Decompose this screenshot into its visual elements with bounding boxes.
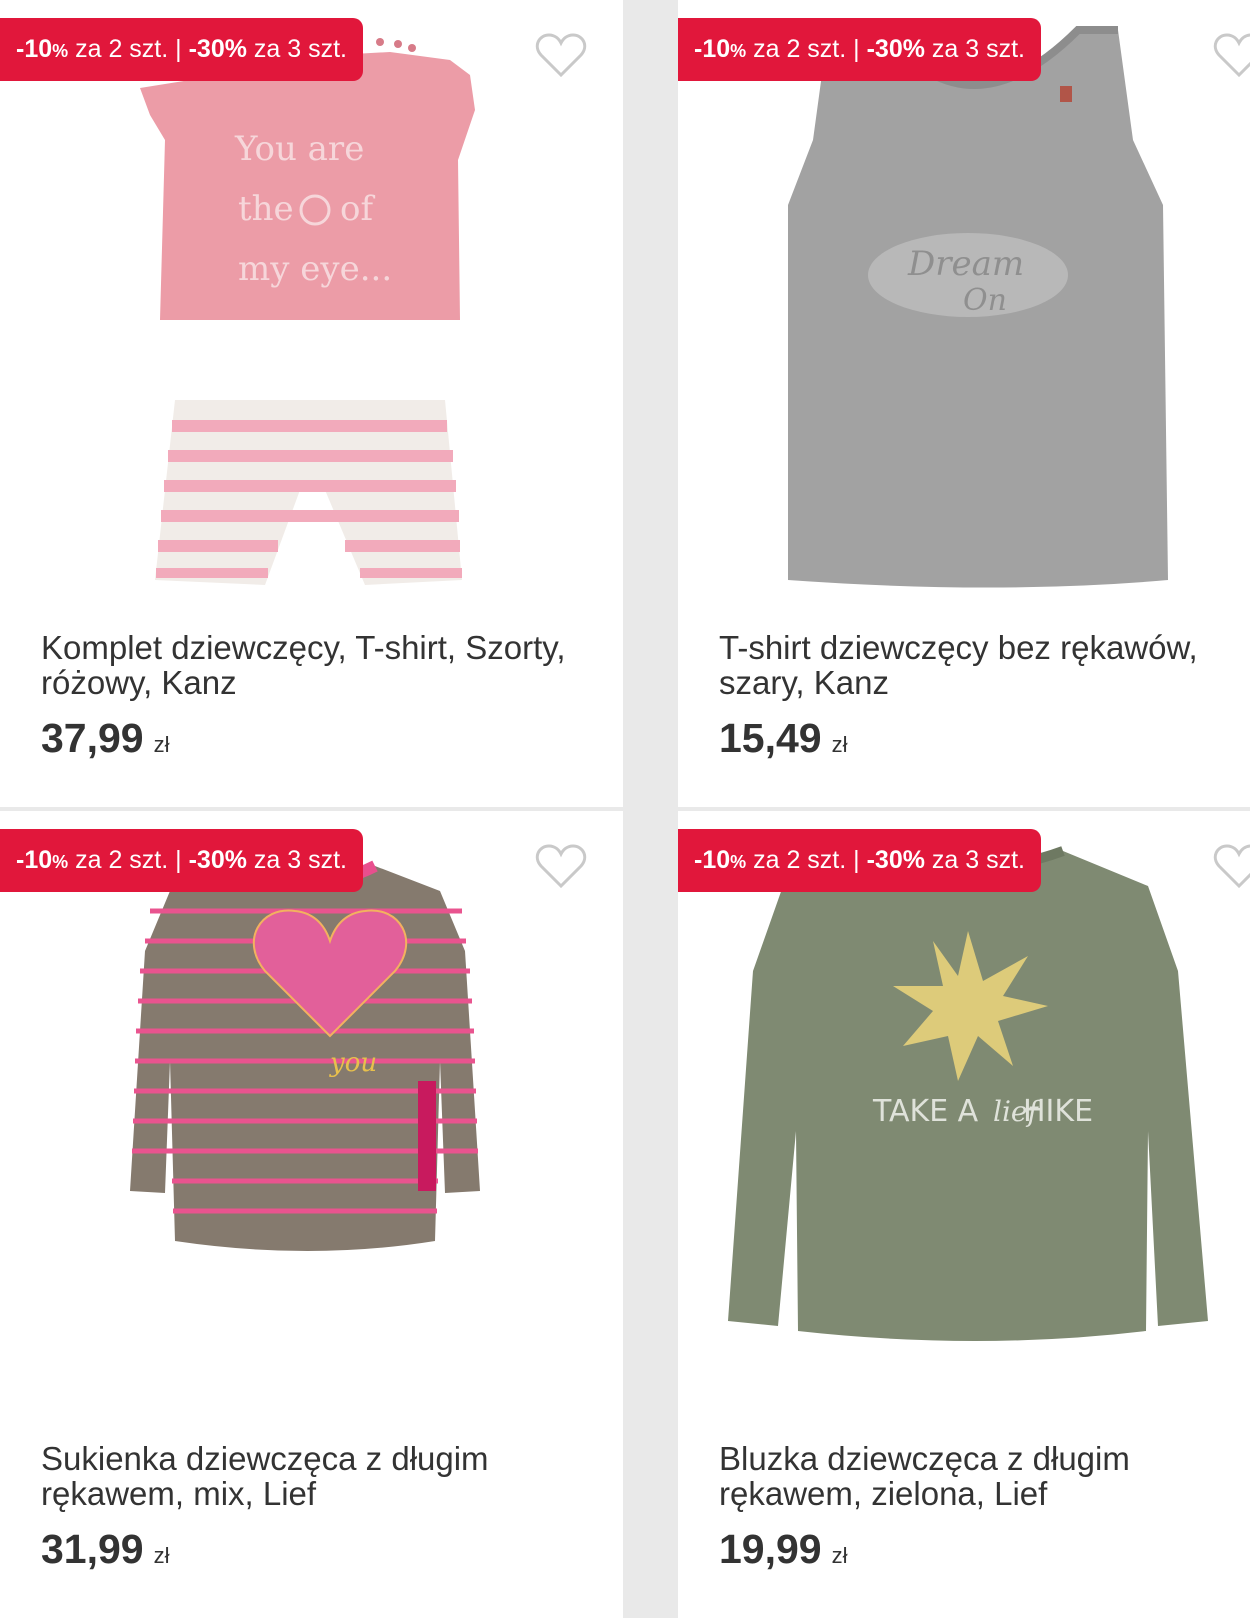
print-text: my eye... <box>238 249 392 289</box>
product-grid: -10% za 2 szt. | -30% za 3 szt. You are … <box>0 0 1250 1618</box>
product-price: 15,49 zł <box>719 715 848 762</box>
product-card[interactable]: -10% za 2 szt. | -30% za 3 szt. you Suki… <box>0 811 623 1618</box>
price-currency: zł <box>153 1543 170 1568</box>
promo-badge: -10% za 2 szt. | -30% za 3 szt. <box>0 18 364 81</box>
price-amount: 15,49 <box>719 715 822 761</box>
product-title[interactable]: Komplet dziewczęcy, T-shirt, Szorty, róż… <box>41 630 581 700</box>
favorite-heart-icon[interactable] <box>535 32 587 78</box>
product-price: 31,99 zł <box>41 1526 170 1573</box>
price-amount: 31,99 <box>41 1526 144 1572</box>
favorite-heart-icon[interactable] <box>1213 32 1250 78</box>
product-image[interactable]: Dream On <box>678 20 1250 620</box>
price-amount: 37,99 <box>41 715 144 761</box>
print-text: HIKE <box>1023 1094 1093 1129</box>
price-amount: 19,99 <box>719 1526 822 1572</box>
promo-badge: -10% za 2 szt. | -30% za 3 szt. <box>678 18 1042 81</box>
price-currency: zł <box>831 732 848 757</box>
print-text: On <box>963 283 1007 318</box>
price-currency: zł <box>153 732 170 757</box>
price-currency: zł <box>831 1543 848 1568</box>
print-text: you <box>329 1048 377 1078</box>
product-title[interactable]: T-shirt dziewczęcy bez rękawów, szary, K… <box>719 630 1250 700</box>
print-text: You are <box>234 129 364 169</box>
product-price: 37,99 zł <box>41 715 170 762</box>
product-image[interactable]: you <box>0 831 623 1431</box>
print-text: Dream <box>907 244 1024 284</box>
favorite-heart-icon[interactable] <box>1213 843 1250 889</box>
product-title[interactable]: Sukienka dziewczęca z długim rękawem, mi… <box>41 1441 581 1511</box>
promo-badge: -10% za 2 szt. | -30% za 3 szt. <box>678 829 1042 892</box>
product-image[interactable]: TAKE A lief HIKE <box>678 831 1250 1431</box>
product-image[interactable]: You are the of my eye... <box>0 20 623 620</box>
print-text: TAKE A <box>872 1094 979 1129</box>
favorite-heart-icon[interactable] <box>535 843 587 889</box>
product-price: 19,99 zł <box>719 1526 848 1573</box>
product-card[interactable]: -10% za 2 szt. | -30% za 3 szt. Dream On… <box>678 0 1250 807</box>
promo-badge: -10% za 2 szt. | -30% za 3 szt. <box>0 829 364 892</box>
product-card[interactable]: -10% za 2 szt. | -30% za 3 szt. You are … <box>0 0 623 807</box>
print-text: of <box>340 189 375 229</box>
product-card[interactable]: -10% za 2 szt. | -30% za 3 szt. TAKE A l… <box>678 811 1250 1618</box>
product-title[interactable]: Bluzka dziewczęca z długim rękawem, ziel… <box>719 1441 1250 1511</box>
print-text: the <box>238 189 294 229</box>
